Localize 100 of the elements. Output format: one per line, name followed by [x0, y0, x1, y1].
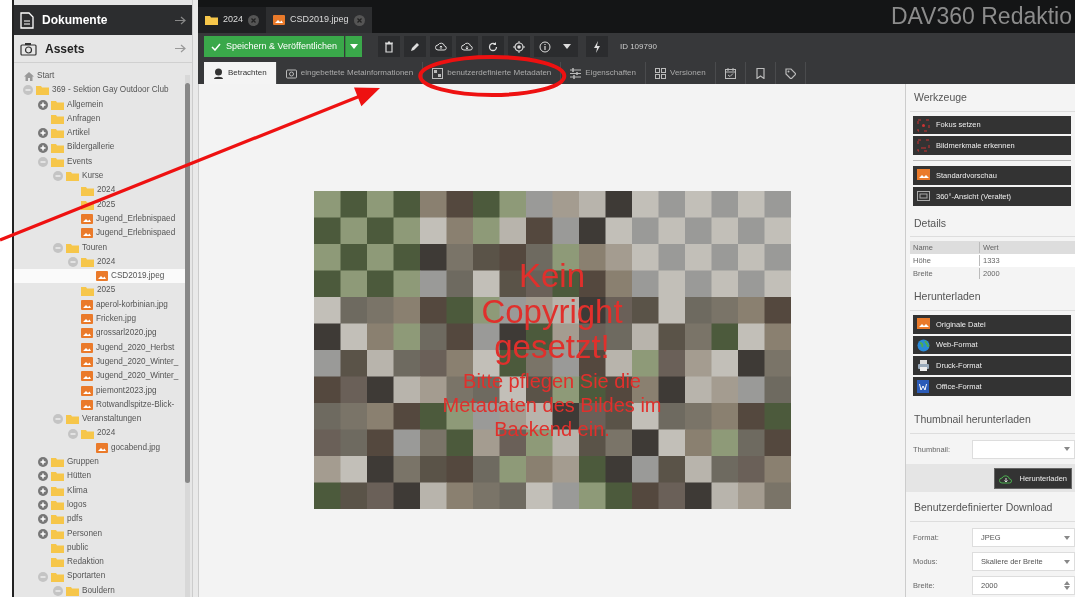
lightning-button[interactable] — [585, 36, 608, 57]
scrollbar[interactable] — [185, 75, 190, 597]
tree-item-label: logos — [67, 498, 87, 511]
tree-item-label: Anfragen — [67, 112, 101, 125]
tree-item[interactable]: 2024 — [14, 254, 185, 270]
tree-item-label: 2025 — [97, 198, 116, 211]
folder-icon — [51, 471, 64, 482]
trash-button[interactable] — [377, 36, 400, 57]
tag-icon — [784, 67, 796, 79]
spinner-icon — [1064, 580, 1070, 590]
view-tab[interactable]: Betrachten — [204, 62, 277, 84]
tree-item-label: 369 - Sektion Gay Outdoor Club — [52, 84, 169, 97]
file-tab-label: CSD2019.jpeg — [290, 13, 349, 27]
tree-item-label: grossarl2020.jpg — [96, 327, 157, 340]
folder-icon — [51, 500, 64, 511]
info-button[interactable] — [533, 36, 556, 57]
file-tab[interactable]: CSD2019.jpeg — [266, 7, 372, 33]
tree-item-label: Allgemein — [67, 98, 103, 111]
tree-item[interactable]: public — [14, 540, 185, 556]
viewer-icon — [213, 67, 224, 79]
collapse-icon — [68, 428, 78, 439]
globe-icon — [917, 338, 930, 352]
collapse-icon — [53, 414, 63, 425]
arrow-right-icon — [175, 15, 186, 25]
image-icon — [81, 299, 93, 310]
dropdown-button[interactable] — [344, 36, 362, 57]
expand-icon — [38, 528, 48, 539]
info-icon — [538, 40, 551, 53]
tree-item[interactable]: 2024 — [14, 426, 185, 441]
tree-item[interactable]: aperol-korbinian.jpg — [14, 297, 185, 313]
target-button[interactable] — [507, 36, 530, 57]
thumbnail-select[interactable] — [972, 439, 1075, 459]
image-icon — [81, 314, 93, 325]
tree-item[interactable]: Klima — [14, 483, 185, 498]
tree-item[interactable]: Fricken.jpg — [14, 312, 185, 327]
expand-icon — [38, 457, 48, 468]
tree-item[interactable]: Sportarten — [14, 569, 185, 584]
tree-item[interactable]: Touren — [14, 240, 185, 255]
sidebar-header[interactable]: Dokumente — [14, 5, 192, 35]
folder-icon — [66, 171, 79, 182]
tree-item-label: Jugend_2020_Winter_ — [96, 370, 179, 383]
tree-item[interactable]: pdfs — [14, 512, 185, 527]
tree-item[interactable]: Bildergallerie — [14, 140, 185, 155]
tree-item[interactable]: 2025 — [14, 283, 185, 298]
tree-item[interactable]: logos — [14, 497, 185, 513]
tree-item[interactable]: piemont2023.jpg — [14, 383, 185, 398]
folder-icon — [51, 156, 64, 167]
tree-item-label: Jugend_2020_Winter_ — [96, 355, 179, 368]
tree-item-label: Jugend_Erlebnispaed — [96, 212, 176, 225]
tree-item[interactable]: Veranstaltungen — [14, 412, 185, 427]
dropdown-arrow-icon — [1064, 535, 1070, 540]
tree-item[interactable]: CSD2019.jpeg — [14, 269, 185, 284]
file-tab[interactable]: 2024 — [198, 7, 267, 33]
tree-item[interactable]: gocabend.jpg — [14, 440, 185, 455]
image-icon — [81, 228, 93, 239]
tree-item[interactable]: Jugend_Erlebnispaed — [14, 211, 185, 227]
tree-item[interactable]: Start — [14, 69, 185, 84]
cloud-download-icon — [999, 472, 1014, 484]
expand-icon — [38, 500, 48, 511]
tree-item[interactable]: 369 - Sektion Gay Outdoor Club — [14, 83, 185, 98]
image-icon — [81, 385, 93, 396]
tree-item[interactable]: Kurse — [14, 169, 185, 184]
tree-item-label: Hütten — [67, 470, 92, 483]
refresh-button[interactable] — [481, 36, 504, 57]
tree-item-label: pdfs — [67, 513, 83, 526]
tree-item[interactable]: Redaktion — [14, 555, 185, 570]
folder-icon — [51, 128, 64, 139]
expand-icon — [38, 128, 48, 139]
tree-item[interactable]: Jugend_2020_Winter_ — [14, 369, 185, 384]
sliders-icon — [570, 67, 582, 79]
dropdown-button[interactable] — [555, 36, 578, 57]
tree-item[interactable]: Gruppen — [14, 455, 185, 470]
tree-item[interactable]: Artikel — [14, 126, 185, 141]
pencil-button[interactable] — [403, 36, 426, 57]
tree-item[interactable]: Jugend_2020_Herbst — [14, 340, 185, 355]
cloud-download-button[interactable] — [455, 36, 478, 57]
folder-icon — [205, 15, 218, 25]
tree-item[interactable]: Personen — [14, 526, 185, 541]
check-icon — [211, 42, 221, 51]
tree-item[interactable]: Allgemein — [14, 97, 185, 112]
tree-item[interactable]: 2024 — [14, 183, 185, 198]
expand-icon — [38, 485, 48, 496]
tree-item-label: 2024 — [97, 184, 116, 197]
tree-item[interactable]: Hütten — [14, 469, 185, 484]
tree-item[interactable]: Bouldern — [14, 583, 185, 597]
tree-item[interactable]: Jugend_Erlebnispaed — [14, 226, 185, 241]
caret-icon — [562, 44, 571, 49]
cloud-upload-button[interactable] — [429, 36, 452, 57]
tree-item[interactable]: Anfragen — [14, 111, 185, 127]
tree-item[interactable]: grossarl2020.jpg — [14, 326, 185, 341]
tree-item[interactable]: Events — [14, 154, 185, 170]
tree-item[interactable]: Rotwandlspitze-Blick- — [14, 397, 185, 413]
tree-item-label: Jugend_2020_Herbst — [96, 341, 175, 354]
face-scan-icon — [917, 139, 930, 153]
sidebar-section[interactable]: Assets — [14, 35, 192, 63]
tree-item-label: Events — [67, 155, 93, 168]
tree-item[interactable]: Jugend_2020_Winter_ — [14, 354, 185, 370]
folder-icon — [51, 485, 64, 496]
folder-icon — [51, 528, 64, 539]
tree-item-label: Redaktion — [67, 556, 104, 569]
